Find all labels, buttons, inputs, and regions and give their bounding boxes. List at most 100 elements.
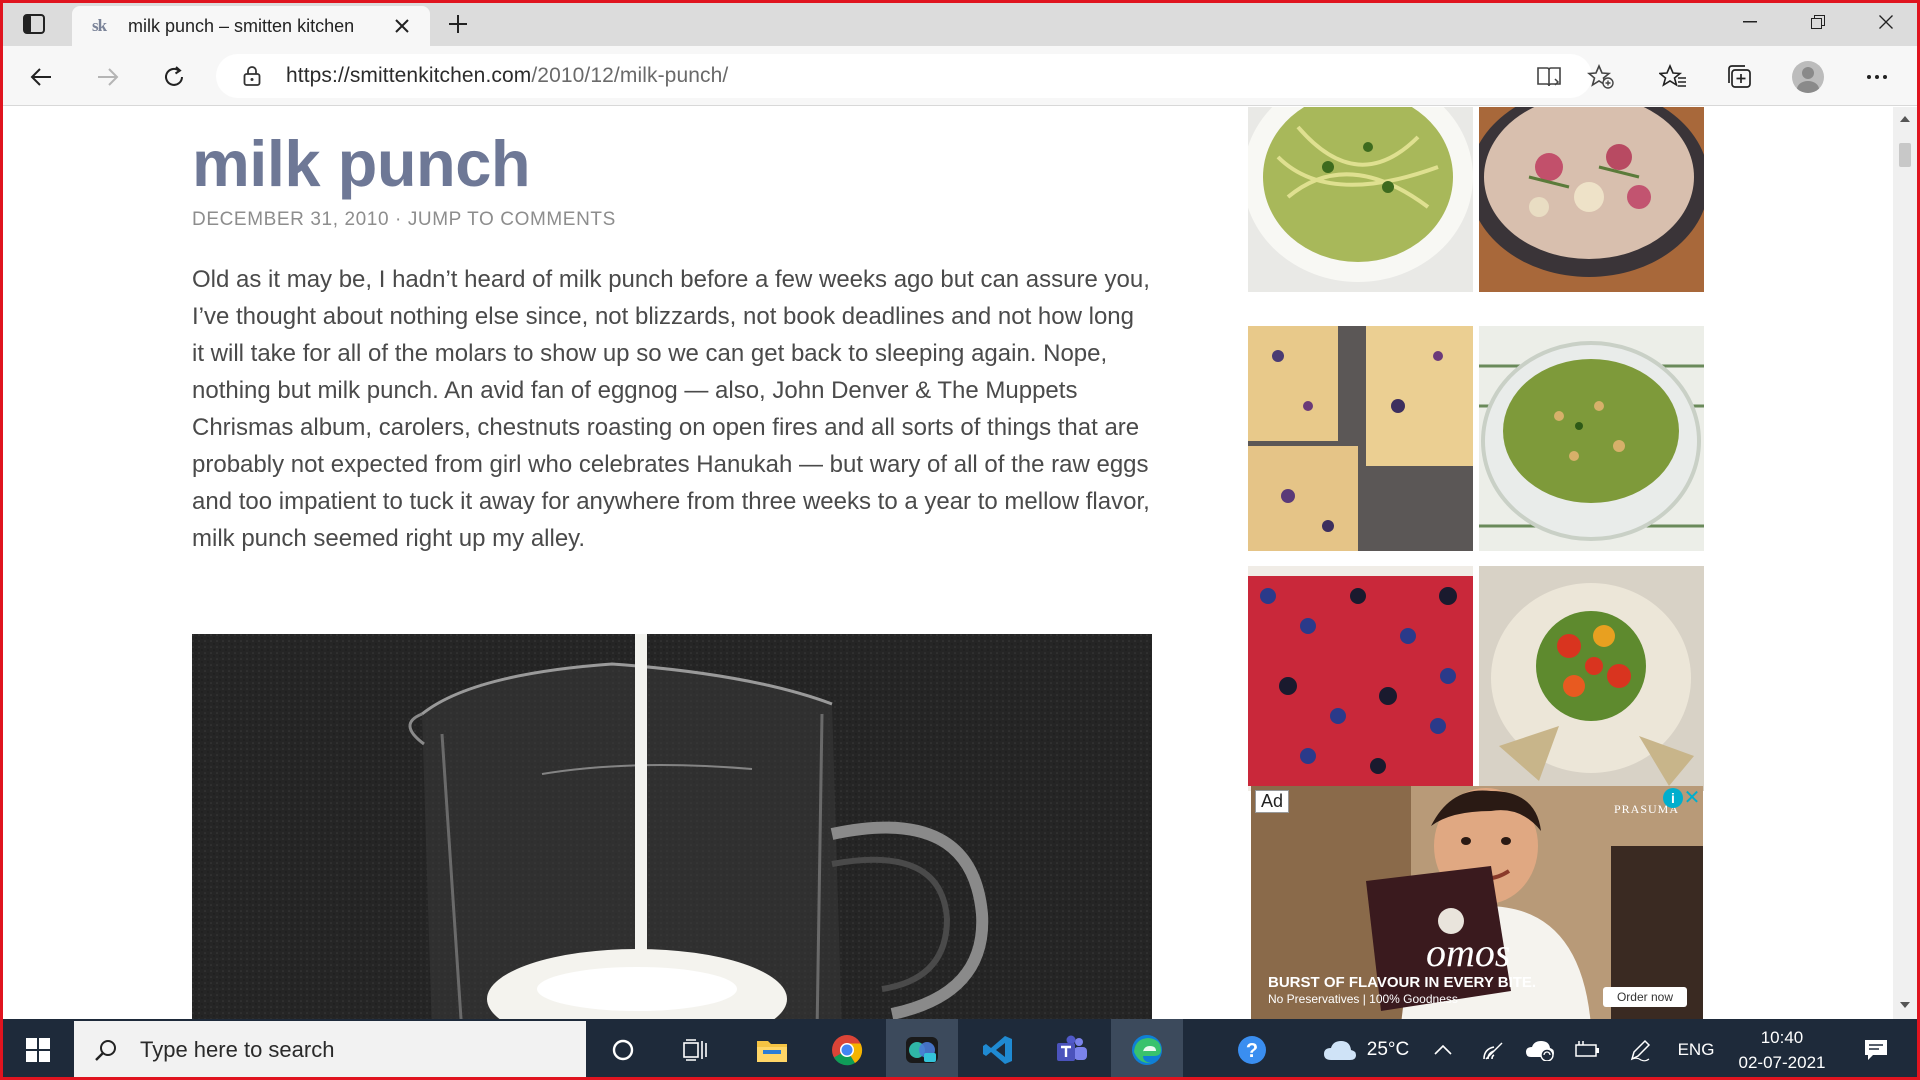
url-text[interactable]: https://smittenkitchen.com/2010/12/milk-… [286,64,728,88]
chevron-up-icon [1434,1044,1452,1055]
language-indicator[interactable]: ENG [1672,1019,1720,1080]
edge-button[interactable] [1111,1019,1183,1080]
restore-icon [1811,15,1825,29]
lock-icon[interactable] [232,65,272,87]
immersive-reader-button[interactable] [1532,60,1566,94]
teams-button[interactable] [1036,1019,1108,1080]
url-path: /2010/12/milk-punch/ [531,64,729,87]
tab-actions-icon [23,14,45,34]
clock-time: 10:40 [1760,1028,1804,1047]
tab-title: milk punch – smitten kitchen [128,15,355,36]
ad-label: Ad [1255,790,1290,813]
vscode-button[interactable] [962,1019,1034,1080]
cortana-button[interactable] [587,1019,659,1080]
tab-active[interactable]: sk milk punch – smitten kitchen [72,6,430,46]
close-window-button[interactable] [1852,0,1920,44]
ad-close-icon[interactable]: ✕ [1683,788,1701,808]
battery-button[interactable] [1572,1019,1602,1080]
edge-icon [1132,1034,1162,1065]
search-icon [86,1038,126,1062]
ad-subline: No Preservatives | 100% Goodness [1268,992,1458,1006]
star-add-icon [1587,64,1614,89]
page-scrollbar[interactable] [1893,107,1917,1019]
refresh-button[interactable] [157,60,191,94]
caret-down-icon [1900,1002,1910,1008]
scrollbar-thumb[interactable] [1899,143,1911,167]
pen-icon [1630,1039,1651,1061]
page-content: milk punch DECEMBER 31, 2010 · JUMP TO C… [3,107,1893,1019]
tab-close-button[interactable] [388,12,416,40]
url-host: https://smittenkitchen.com [286,64,532,87]
weather-temperature: 25°C [1366,1038,1410,1060]
onedrive-sync-icon [1526,1040,1554,1061]
tab-actions-button[interactable] [18,10,50,38]
close-icon [395,19,409,33]
task-view-button[interactable] [660,1019,732,1080]
post-date[interactable]: DECEMBER 31, 2010 [192,209,389,230]
ad-order-button[interactable]: Order now [1602,987,1687,1007]
ad-headline: BURST OF FLAVOUR IN EVERY BITE. [1268,974,1537,991]
window-controls [1716,0,1920,46]
jump-to-comments-link[interactable]: JUMP TO COMMENTS [408,209,616,230]
collections-icon [1728,65,1751,88]
windows-logo-icon [26,1037,50,1062]
chrome-icon [832,1034,863,1065]
thumbnail-berry-tart[interactable] [1248,566,1473,791]
start-button[interactable] [6,1019,70,1080]
collections-button[interactable] [1723,60,1757,94]
chrome-button[interactable] [811,1019,883,1080]
settings-menu-button[interactable] [1860,60,1894,94]
back-button[interactable] [24,60,58,94]
browser-toolbar: https://smittenkitchen.com/2010/12/milk-… [0,46,1920,106]
profile-button[interactable] [1791,60,1825,94]
minimize-button[interactable] [1716,0,1784,44]
scroll-down-button[interactable] [1899,999,1911,1011]
restore-button[interactable] [1784,0,1852,44]
pen-workspace-button[interactable] [1625,1019,1655,1080]
more-icon [1867,75,1887,79]
immersive-reader-icon [1537,67,1561,87]
post-body: Old as it may be, I hadn’t heard of milk… [192,266,1150,552]
hero-image-milk-pitcher[interactable] [192,634,1152,1019]
add-favorite-button[interactable] [1584,60,1618,94]
webex-button[interactable] [886,1019,958,1080]
help-button[interactable]: ? [1234,1019,1270,1080]
address-bar[interactable]: https://smittenkitchen.com/2010/12/milk-… [216,54,1614,98]
file-explorer-button[interactable] [736,1019,808,1080]
thumbnail-blueberry-crumb-bars[interactable] [1248,326,1473,551]
show-hidden-icons-button[interactable] [1428,1019,1458,1080]
favorites-icon [1659,64,1686,87]
refresh-icon [165,66,183,86]
action-center-button[interactable] [1848,1019,1904,1080]
new-tab-button[interactable] [442,9,474,39]
favorites-button[interactable] [1656,60,1690,94]
thumbnail-pesto-pasta[interactable] [1248,107,1473,292]
thumbnail-potato-salad[interactable] [1479,107,1704,292]
clock-date: 02-07-2021 [1738,1053,1826,1072]
weather-widget[interactable]: 25°C [1306,1019,1426,1080]
thumbnail-tomato-salad-plate[interactable] [1479,566,1704,791]
notification-icon [1865,1039,1887,1060]
svg-text:omos: omos [1426,930,1510,975]
wifi-button[interactable] [1479,1019,1509,1080]
meta-separator: · [389,209,408,230]
ad-info-icon[interactable]: i [1663,788,1683,808]
site-favicon-icon: sk [91,16,107,35]
vscode-icon [983,1035,1012,1064]
onedrive-button[interactable] [1524,1019,1556,1080]
caret-up-icon [1900,116,1910,122]
taskbar-search-box[interactable]: Type here to search [74,1021,586,1078]
post-title[interactable]: milk punch [192,126,531,201]
svg-text:?: ? [1246,1040,1258,1062]
minimize-icon [1743,21,1757,23]
help-icon: ? [1238,1035,1266,1064]
thumbnail-herb-salad-bowl[interactable] [1479,326,1704,551]
scroll-up-button[interactable] [1899,113,1911,125]
wifi-icon [1483,1042,1503,1059]
close-icon [1879,15,1893,29]
forward-button[interactable] [91,60,125,94]
clock[interactable]: 10:40 02-07-2021 [1732,1025,1832,1075]
arrow-right-icon [98,68,119,86]
avatar [1792,61,1824,93]
advertisement[interactable]: omos Ad PRASUMA i ✕ BURST OF FLAVOUR IN … [1251,786,1703,1019]
